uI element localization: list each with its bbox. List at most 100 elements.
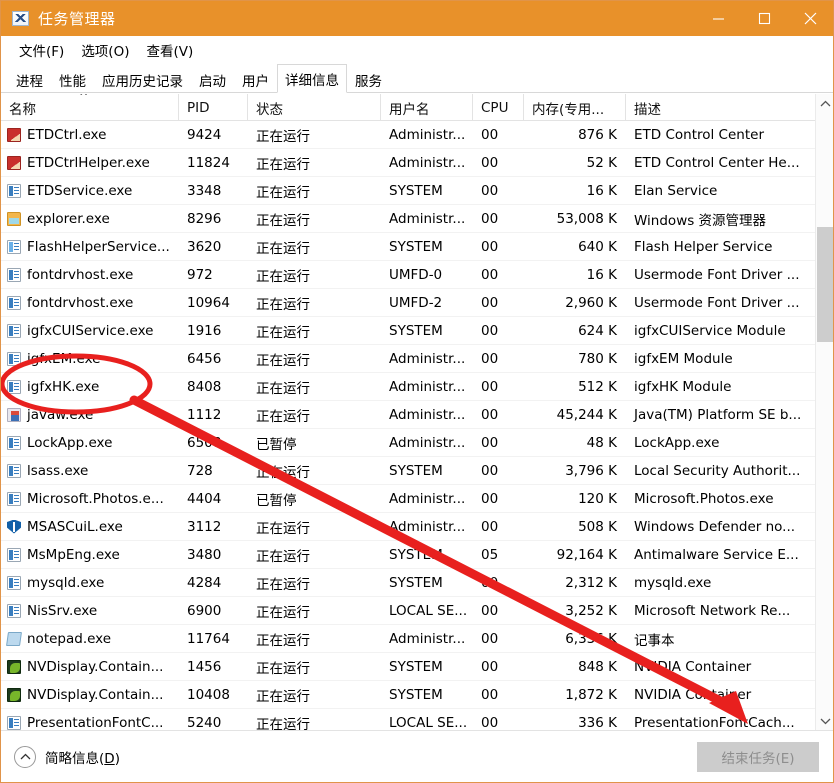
cell-memory: 848 K [578, 658, 617, 675]
window-icon [7, 435, 21, 450]
fewer-details-button[interactable]: 简略信息(D) [14, 745, 120, 768]
column-header-description[interactable]: 描述 [626, 94, 816, 121]
process-table: 名称 ^ PID 状态 用户名 CPU 内存(专用... 描述 ETDCtrl.… [1, 93, 833, 730]
process-name: lsass.exe [27, 462, 89, 479]
cell-status: 正在运行 [256, 324, 310, 341]
menu-item-options[interactable]: 选项(O) [73, 38, 138, 62]
table-row[interactable]: igfxHK.exe 8408 正在运行 Administr... 00 512 K igf… [1, 373, 833, 401]
table-row[interactable]: fontdrvhost.exe 972 正在运行 UMFD-0 00 16 K Usermo… [1, 261, 833, 289]
process-name: igfxCUIService.exe [27, 322, 154, 339]
vertical-scrollbar[interactable] [815, 94, 833, 730]
tab-bar: 进程 性能 应用历史记录 启动 用户 详细信息 服务 [1, 63, 833, 93]
cell-pid: 6456 [187, 350, 222, 367]
column-header-pid[interactable]: PID [179, 94, 248, 121]
table-row[interactable]: NVDisplay.Contain... 10408 正在运行 SYSTEM 00 1,8… [1, 681, 833, 709]
process-name: Microsoft.Photos.e... [27, 490, 164, 507]
menu-bar: 文件(F) 选项(O) 查看(V) [1, 36, 833, 63]
table-row[interactable]: FlashHelperService... 3620 正在运行 SYSTEM 00 640… [1, 233, 833, 261]
chevron-up-icon [14, 745, 36, 768]
column-header-name[interactable]: 名称 ^ [1, 94, 179, 121]
cell-memory: 780 K [578, 350, 617, 367]
cell-status: 正在运行 [256, 184, 310, 201]
menu-item-file[interactable]: 文件(F) [11, 38, 73, 62]
scrollbar-thumb[interactable] [817, 227, 833, 342]
maximize-button[interactable] [741, 1, 787, 36]
cell-name: NVDisplay.Contain... [1, 681, 179, 709]
process-name: FlashHelperService... [27, 238, 170, 255]
nvidia-icon [7, 687, 21, 702]
cell-cpu: 00 [481, 154, 499, 171]
table-row[interactable]: ETDCtrl.exe 9424 正在运行 Administr... 00 876 K ET… [1, 121, 833, 149]
table-row[interactable]: igfxEM.exe 6456 正在运行 Administr... 00 780 K igf… [1, 345, 833, 373]
tab-services[interactable]: 服务 [347, 67, 390, 93]
cell-username: SYSTEM [389, 238, 443, 255]
end-task-button[interactable]: 结束任务(E) [697, 741, 819, 772]
table-row[interactable]: PresentationFontC... 5240 正在运行 LOCAL SE... 0… [1, 709, 833, 730]
process-name: ETDCtrlHelper.exe [27, 154, 150, 171]
title-bar: 任务管理器 [1, 1, 833, 36]
cell-status: 正在运行 [256, 688, 310, 705]
process-name: mysqld.exe [27, 574, 105, 591]
table-row[interactable]: LockApp.exe 6508 已暂停 Administr... 00 48 K Lock… [1, 429, 833, 457]
cell-name: MSASCuiL.exe [1, 513, 179, 541]
column-header-memory[interactable]: 内存(专用... [524, 94, 626, 121]
etd-icon [7, 155, 21, 170]
tab-users[interactable]: 用户 [234, 67, 277, 93]
menu-item-view[interactable]: 查看(V) [138, 38, 202, 62]
close-button[interactable] [787, 1, 833, 36]
process-name: javaw.exe [27, 406, 94, 423]
process-name: MsMpEng.exe [27, 546, 120, 563]
cell-status: 正在运行 [256, 212, 310, 229]
tab-performance[interactable]: 性能 [51, 67, 94, 93]
scroll-up-button[interactable] [816, 94, 833, 113]
table-row[interactable]: MsMpEng.exe 3480 正在运行 SYSTEM 05 92,164 K Antim… [1, 541, 833, 569]
window-title: 任务管理器 [38, 10, 116, 28]
cell-cpu: 00 [481, 630, 499, 647]
tab-app-history[interactable]: 应用历史记录 [94, 67, 191, 93]
scroll-down-button[interactable] [816, 711, 833, 730]
cell-description: Elan Service [634, 182, 718, 199]
minimize-button[interactable] [695, 1, 741, 36]
table-row[interactable]: MSASCuiL.exe 3112 正在运行 Administr... 00 508 K W… [1, 513, 833, 541]
tab-processes[interactable]: 进程 [8, 67, 51, 93]
table-row[interactable]: notepad.exe 11764 正在运行 Administr... 00 6,336 … [1, 625, 833, 653]
process-name: fontdrvhost.exe [27, 294, 134, 311]
table-row[interactable]: NisSrv.exe 6900 正在运行 LOCAL SE... 00 3,252 K Mi… [1, 597, 833, 625]
cell-name: notepad.exe [1, 625, 179, 653]
cell-cpu: 00 [481, 210, 499, 227]
tab-startup[interactable]: 启动 [191, 67, 234, 93]
table-body: ETDCtrl.exe 9424 正在运行 Administr... 00 876 K ET… [1, 121, 833, 730]
process-name: NVDisplay.Contain... [27, 686, 164, 703]
process-name: ETDCtrl.exe [27, 126, 107, 143]
cell-name: ETDCtrl.exe [1, 121, 179, 149]
cell-username: SYSTEM [389, 546, 443, 563]
table-row[interactable]: lsass.exe 728 正在运行 SYSTEM 00 3,796 K Local Sec… [1, 457, 833, 485]
table-row[interactable]: NVDisplay.Contain... 1456 正在运行 SYSTEM 00 848 … [1, 653, 833, 681]
cell-cpu: 00 [481, 658, 499, 675]
table-row[interactable]: fontdrvhost.exe 10964 正在运行 UMFD-2 00 2,960 K U… [1, 289, 833, 317]
table-row[interactable]: Microsoft.Photos.e... 4404 已暂停 Administr...… [1, 485, 833, 513]
column-header-cpu[interactable]: CPU [473, 94, 524, 121]
cell-username: Administr... [389, 630, 466, 647]
fewer-details-label: 简略信息(D) [45, 750, 120, 767]
table-row[interactable]: javaw.exe 1112 正在运行 Administr... 00 45,244 K J… [1, 401, 833, 429]
column-header-status[interactable]: 状态 [248, 94, 381, 121]
cell-memory: 3,252 K [565, 602, 617, 619]
cell-cpu: 00 [481, 266, 499, 283]
table-row[interactable]: explorer.exe 8296 正在运行 Administr... 00 53,008… [1, 205, 833, 233]
table-row[interactable]: igfxCUIService.exe 1916 正在运行 SYSTEM 00 624 K i… [1, 317, 833, 345]
window-icon [7, 323, 21, 338]
cell-username: SYSTEM [389, 686, 443, 703]
tab-details[interactable]: 详细信息 [277, 64, 347, 93]
table-row[interactable]: ETDService.exe 3348 正在运行 SYSTEM 00 16 K Elan S… [1, 177, 833, 205]
table-row[interactable]: mysqld.exe 4284 正在运行 SYSTEM 00 2,312 K mysqld.… [1, 569, 833, 597]
table-row[interactable]: ETDCtrlHelper.exe 11824 正在运行 Administr... 00… [1, 149, 833, 177]
cell-cpu: 00 [481, 406, 499, 423]
column-header-username[interactable]: 用户名 [381, 94, 473, 121]
window-icon [7, 379, 21, 394]
task-manager-icon [12, 11, 29, 26]
cell-memory: 16 K [586, 266, 617, 283]
cell-pid: 4404 [187, 490, 222, 507]
window-icon [7, 491, 21, 506]
cell-memory: 1,872 K [565, 686, 617, 703]
